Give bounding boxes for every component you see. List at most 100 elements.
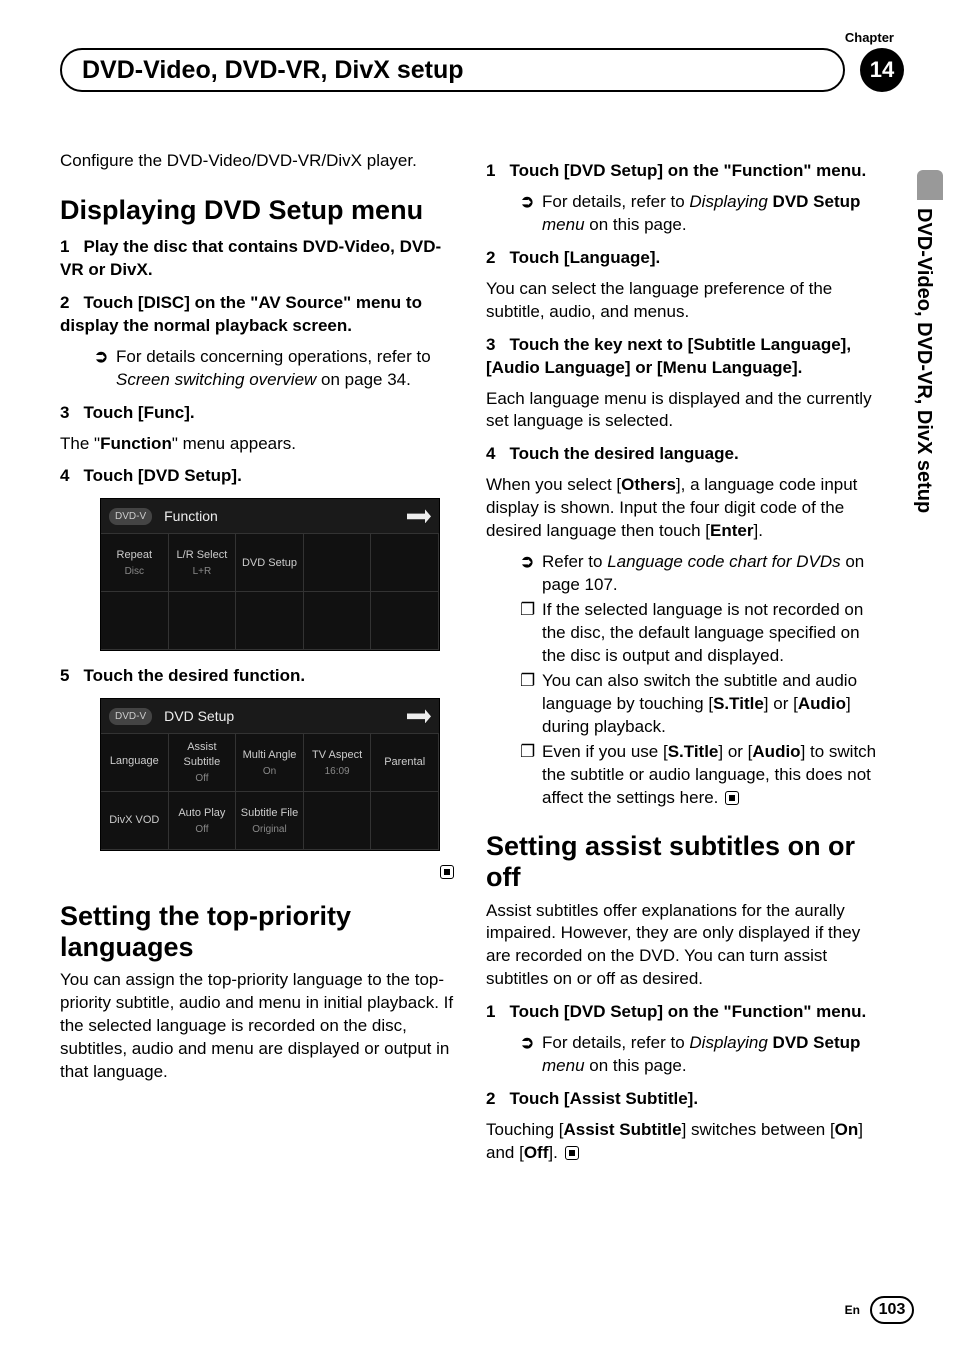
pointer-icon: ➲ — [520, 551, 542, 597]
note-text: If the selected language is not recorded… — [542, 599, 886, 668]
step-text: Touch [DVD Setup]. — [83, 466, 241, 485]
footer-page-number: 103 — [870, 1296, 914, 1324]
a-step-2-sub: Touching [Assist Subtitle] switches betw… — [486, 1119, 886, 1165]
note-text: For details, refer to Displaying DVD Set… — [542, 1032, 886, 1078]
step-2-note: ➲ For details concerning operations, ref… — [94, 346, 460, 392]
step-text: Touch the desired function. — [83, 666, 305, 685]
ss-cell-assist-subtitle[interactable]: Assist SubtitleOff — [169, 734, 237, 792]
h-part: Displaying — [60, 195, 204, 225]
pointer-icon: ➲ — [94, 346, 116, 392]
pointer-icon: ➲ — [520, 1032, 542, 1078]
ss-cell-empty — [304, 534, 372, 592]
step-2: 2Touch [DISC] on the "AV Source" menu to… — [60, 292, 460, 338]
ss-cell-empty — [371, 592, 439, 650]
heading-top-priority-languages: Setting the top-priority languages — [60, 901, 460, 963]
step-3: 3Touch [Func]. — [60, 402, 460, 425]
pointer-icon: ➲ — [520, 191, 542, 237]
box-icon: ❐ — [520, 670, 542, 739]
page-header: Chapter DVD-Video, DVD-VR, DivX setup 14 — [60, 30, 914, 90]
side-tab-notch — [917, 170, 943, 200]
ss-cell-subtitle-file[interactable]: Subtitle FileOriginal — [236, 792, 304, 850]
section-end-icon — [565, 1146, 579, 1160]
ss-title: DVD Setup — [164, 707, 234, 726]
ss-cell-empty — [169, 592, 237, 650]
ss-cell-auto-play[interactable]: Auto PlayOff — [169, 792, 237, 850]
step-5: 5Touch the desired function. — [60, 665, 460, 688]
note-text: For details, refer to Displaying DVD Set… — [542, 191, 886, 237]
priority-paragraph: You can assign the top-priority language… — [60, 969, 460, 1084]
r-step-4-sub: When you select [Others], a language cod… — [486, 474, 886, 543]
chapter-title: DVD-Video, DVD-VR, DivX setup — [60, 48, 845, 92]
step-text: Touch the key next to [Subtitle Language… — [486, 335, 851, 377]
note-text: Refer to Language code chart for DVDs on… — [542, 551, 886, 597]
step-text: Touch [DVD Setup] on the "Function" menu… — [509, 1002, 866, 1021]
ss-cell-empty — [371, 534, 439, 592]
step-4: 4Touch [DVD Setup]. — [60, 465, 460, 488]
step-1: 1Play the disc that contains DVD-Video, … — [60, 236, 460, 282]
heading-displaying-dvd-setup: Displaying DVD Setup menu — [60, 195, 460, 226]
ss-cell-repeat[interactable]: RepeatDisc — [101, 534, 169, 592]
a-step-2: 2Touch [Assist Subtitle]. — [486, 1088, 886, 1111]
back-icon[interactable] — [407, 709, 431, 723]
r-step-4: 4Touch the desired language. — [486, 443, 886, 466]
a-step-1-note: ➲ For details, refer to Displaying DVD S… — [520, 1032, 886, 1078]
ss-cell-multi-angle[interactable]: Multi AngleOn — [236, 734, 304, 792]
right-column: 1Touch [DVD Setup] on the "Function" men… — [486, 150, 886, 1173]
ss-cell-divx-vod[interactable]: DivX VOD — [101, 792, 169, 850]
r-step-1-note: ➲ For details, refer to Displaying DVD S… — [520, 191, 886, 237]
a-step-1: 1Touch [DVD Setup] on the "Function" men… — [486, 1001, 886, 1024]
heading-assist-subtitles: Setting assist subtitles on or off — [486, 831, 886, 893]
step-text: Touch [Assist Subtitle]. — [509, 1089, 698, 1108]
r-step-2: 2Touch [Language]. — [486, 247, 886, 270]
ss-cell-parental[interactable]: Parental — [371, 734, 439, 792]
section-end-icon — [725, 791, 739, 805]
step-3-sub: The "Function" menu appears. — [60, 433, 460, 456]
r-step-4-ref: ➲ Refer to Language code chart for DVDs … — [520, 551, 886, 597]
ss-cell-lr-select[interactable]: L/R SelectL+R — [169, 534, 237, 592]
chapter-label: Chapter — [845, 30, 894, 45]
assist-paragraph: Assist subtitles offer explanations for … — [486, 900, 886, 992]
ss-cell-empty — [101, 592, 169, 650]
dvd-setup-menu-screenshot: DVD-V DVD Setup Language Assist Subtitle… — [100, 698, 440, 851]
back-icon[interactable] — [407, 509, 431, 523]
ss-cell-dvd-setup[interactable]: DVD Setup — [236, 534, 304, 592]
box-icon: ❐ — [520, 741, 542, 810]
note-text: For details concerning operations, refer… — [116, 346, 460, 392]
note-text: Even if you use [S.Title] or [Audio] to … — [542, 741, 886, 810]
h-part: DVD Setup — [204, 195, 344, 225]
left-column: Configure the DVD-Video/DVD-VR/DivX play… — [60, 150, 460, 1173]
box-icon: ❐ — [520, 599, 542, 668]
r-step-2-sub: You can select the language preference o… — [486, 278, 886, 324]
note-text: You can also switch the subtitle and aud… — [542, 670, 886, 739]
r-step-4-note-a: ❐ If the selected language is not record… — [520, 599, 886, 668]
ss-cell-empty — [236, 592, 304, 650]
function-menu-screenshot: DVD-V Function RepeatDisc L/R SelectL+R … — [100, 498, 440, 651]
step-text: Play the disc that contains DVD-Video, D… — [60, 237, 441, 279]
ss-cell-empty — [304, 592, 372, 650]
ss-cell-tv-aspect[interactable]: TV Aspect16:09 — [304, 734, 372, 792]
step-text: Touch [Language]. — [509, 248, 660, 267]
chapter-number-badge: 14 — [860, 48, 904, 92]
ss-title: Function — [164, 507, 218, 526]
r-step-1: 1Touch [DVD Setup] on the "Function" men… — [486, 160, 886, 183]
r-step-4-note-c: ❐ Even if you use [S.Title] or [Audio] t… — [520, 741, 886, 810]
ss-cell-language[interactable]: Language — [101, 734, 169, 792]
r-step-3-sub: Each language menu is displayed and the … — [486, 388, 886, 434]
step-text: Touch [DISC] on the "AV Source" menu to … — [60, 293, 422, 335]
step-text: Touch [DVD Setup] on the "Function" menu… — [509, 161, 866, 180]
ss-mode-badge: DVD-V — [109, 708, 152, 726]
ss-mode-badge: DVD-V — [109, 508, 152, 526]
side-tab: DVD-Video, DVD-VR, DivX setup — [912, 170, 948, 610]
step-text: Touch [Func]. — [83, 403, 194, 422]
step-text: Touch the desired language. — [509, 444, 738, 463]
page-footer: En 103 — [845, 1296, 914, 1324]
r-step-3: 3Touch the key next to [Subtitle Languag… — [486, 334, 886, 380]
intro-text: Configure the DVD-Video/DVD-VR/DivX play… — [60, 150, 460, 173]
ss-cell-empty — [371, 792, 439, 850]
r-step-4-note-b: ❐ You can also switch the subtitle and a… — [520, 670, 886, 739]
side-tab-label: DVD-Video, DVD-VR, DivX setup — [912, 200, 935, 600]
section-end-icon — [440, 865, 454, 879]
footer-lang: En — [845, 1303, 860, 1317]
ss-cell-empty — [304, 792, 372, 850]
h-part: menu — [344, 195, 424, 225]
